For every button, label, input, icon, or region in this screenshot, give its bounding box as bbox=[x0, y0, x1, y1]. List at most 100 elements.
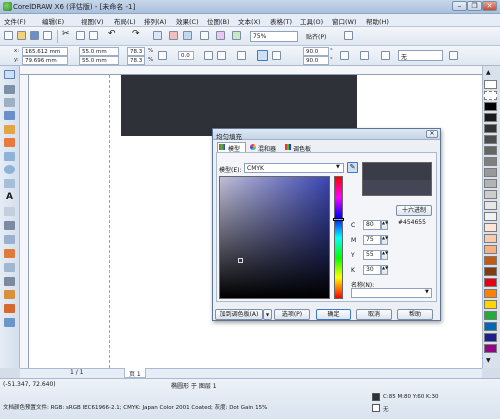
minimize-button[interactable]: – bbox=[452, 1, 467, 11]
quick-customize-icon[interactable] bbox=[449, 51, 458, 60]
color-profile-info[interactable]: 文档颜色预置文件: RGB: sRGB IEC61966-2.1; CMYK: … bbox=[3, 403, 267, 411]
palette-scroll-up-icon[interactable]: ▲ bbox=[486, 69, 491, 76]
paste-icon[interactable] bbox=[89, 31, 98, 40]
y-spinner[interactable]: ▲▼ bbox=[381, 250, 388, 260]
palette-swatch[interactable] bbox=[484, 190, 497, 199]
end-angle-field[interactable]: 90.0 bbox=[303, 56, 329, 65]
mirror-vertical-icon[interactable] bbox=[217, 51, 226, 60]
palette-swatch[interactable] bbox=[484, 179, 497, 188]
palette-swatch[interactable] bbox=[484, 201, 497, 210]
new-document-icon[interactable] bbox=[4, 31, 13, 40]
application-launcher-icon[interactable] bbox=[216, 31, 225, 40]
restore-button[interactable]: ❐ bbox=[467, 1, 482, 11]
save-icon[interactable] bbox=[30, 31, 39, 40]
c-value-field[interactable]: 80 bbox=[363, 220, 381, 230]
interactive-fill-icon[interactable] bbox=[4, 318, 15, 327]
snap-to-button[interactable]: 贴齐(P) bbox=[304, 31, 330, 42]
dimension-tool-icon[interactable] bbox=[4, 221, 15, 230]
palette-swatch[interactable] bbox=[484, 344, 497, 353]
hue-slider[interactable] bbox=[334, 176, 343, 299]
palette-swatch[interactable] bbox=[484, 80, 497, 89]
freehand-tool-icon[interactable] bbox=[4, 125, 15, 134]
ellipse-tool-icon[interactable] bbox=[4, 165, 15, 174]
palette-swatch[interactable] bbox=[484, 300, 497, 309]
menu-table[interactable]: 表格(T) bbox=[270, 16, 292, 26]
palette-swatch[interactable] bbox=[484, 91, 497, 100]
export-icon[interactable] bbox=[183, 31, 192, 40]
fill-tool-icon[interactable] bbox=[4, 304, 15, 313]
zoom-levels-combo[interactable]: 75% bbox=[250, 31, 298, 42]
menu-edit[interactable]: 编辑(E) bbox=[42, 16, 64, 26]
options-button[interactable]: 选项(P) bbox=[274, 309, 310, 320]
import-icon[interactable] bbox=[169, 31, 178, 40]
y-position-field[interactable]: 79.696 mm bbox=[22, 56, 68, 65]
scale-height-field[interactable]: 78.3 bbox=[127, 56, 145, 65]
text-tool-icon[interactable]: A bbox=[4, 193, 15, 202]
arc-mode-icon[interactable] bbox=[272, 51, 281, 60]
menu-view[interactable]: 视图(V) bbox=[81, 16, 104, 26]
outline-tool-icon[interactable] bbox=[4, 290, 15, 299]
color-picker-marker[interactable] bbox=[238, 258, 243, 263]
menu-text[interactable]: 文本(X) bbox=[238, 16, 261, 26]
k-value-field[interactable]: 30 bbox=[363, 265, 381, 275]
palette-swatch[interactable] bbox=[484, 322, 497, 331]
palette-swatch[interactable] bbox=[484, 102, 497, 111]
shape-tool-icon[interactable] bbox=[4, 85, 15, 94]
lock-ratio-icon[interactable] bbox=[158, 51, 167, 60]
m-value-field[interactable]: 75 bbox=[363, 235, 381, 245]
width-field[interactable]: 55.0 mm bbox=[79, 47, 119, 56]
palette-swatch[interactable] bbox=[484, 256, 497, 265]
rectangle-tool-icon[interactable] bbox=[4, 152, 15, 161]
palette-swatch[interactable] bbox=[484, 311, 497, 320]
redo-icon[interactable]: ↷ bbox=[132, 29, 140, 39]
model-select[interactable]: CMYK bbox=[244, 163, 344, 173]
convert-to-curves-icon[interactable] bbox=[360, 51, 369, 60]
palette-swatch[interactable] bbox=[484, 289, 497, 298]
c-spinner[interactable]: ▲▼ bbox=[381, 220, 388, 230]
dark-rectangle-object[interactable] bbox=[121, 75, 357, 136]
search-content-icon[interactable] bbox=[153, 31, 162, 40]
menu-layout[interactable]: 布局(L) bbox=[114, 16, 136, 26]
palette-swatch[interactable] bbox=[484, 245, 497, 254]
print-icon[interactable] bbox=[43, 31, 52, 40]
height-field[interactable]: 55.0 mm bbox=[79, 56, 119, 65]
palette-swatch[interactable] bbox=[484, 124, 497, 133]
copy-icon[interactable] bbox=[76, 31, 85, 40]
add-to-palette-button[interactable]: 加到调色板(A) bbox=[215, 309, 263, 320]
palette-swatch[interactable] bbox=[484, 113, 497, 122]
menu-help[interactable]: 帮助(H) bbox=[366, 16, 389, 26]
table-tool-icon[interactable] bbox=[4, 207, 15, 216]
menu-effects[interactable]: 效果(C) bbox=[176, 16, 199, 26]
name-input[interactable] bbox=[351, 288, 432, 298]
m-spinner[interactable]: ▲▼ bbox=[381, 235, 388, 245]
direction-icon[interactable] bbox=[340, 51, 349, 60]
palette-swatch[interactable] bbox=[484, 223, 497, 232]
menu-tools[interactable]: 工具(O) bbox=[300, 16, 323, 26]
x-position-field[interactable]: 165.612 mm bbox=[22, 47, 68, 56]
eyedropper-icon[interactable]: ✎ bbox=[347, 162, 358, 173]
palette-swatch[interactable] bbox=[484, 234, 497, 243]
transparency-tool-icon[interactable] bbox=[4, 263, 15, 272]
menu-arrange[interactable]: 排列(A) bbox=[144, 16, 167, 26]
pick-tool-icon[interactable] bbox=[4, 70, 15, 79]
welcome-screen-icon[interactable] bbox=[232, 31, 241, 40]
palette-swatch[interactable] bbox=[484, 146, 497, 155]
color-field[interactable] bbox=[219, 176, 330, 299]
dialog-close-button[interactable]: ✕ bbox=[426, 130, 438, 138]
start-angle-field[interactable]: 90.0 bbox=[303, 47, 329, 56]
ok-button[interactable]: 确定 bbox=[316, 309, 351, 320]
palette-swatch[interactable] bbox=[484, 135, 497, 144]
crop-tool-icon[interactable] bbox=[4, 98, 15, 107]
k-spinner[interactable]: ▲▼ bbox=[381, 265, 388, 275]
zoom-tool-icon[interactable] bbox=[4, 111, 15, 120]
polygon-tool-icon[interactable] bbox=[4, 179, 15, 188]
palette-swatch[interactable] bbox=[484, 157, 497, 166]
menu-window[interactable]: 窗口(W) bbox=[332, 16, 357, 26]
close-button[interactable]: ✕ bbox=[482, 1, 497, 11]
pie-mode-icon[interactable] bbox=[257, 50, 268, 61]
publish-pdf-icon[interactable] bbox=[200, 31, 209, 40]
mirror-horizontal-icon[interactable] bbox=[204, 51, 213, 60]
ellipse-mode-icon[interactable] bbox=[237, 51, 246, 60]
outline-width-combo[interactable]: 无 bbox=[398, 50, 443, 61]
palette-swatch[interactable] bbox=[484, 267, 497, 276]
